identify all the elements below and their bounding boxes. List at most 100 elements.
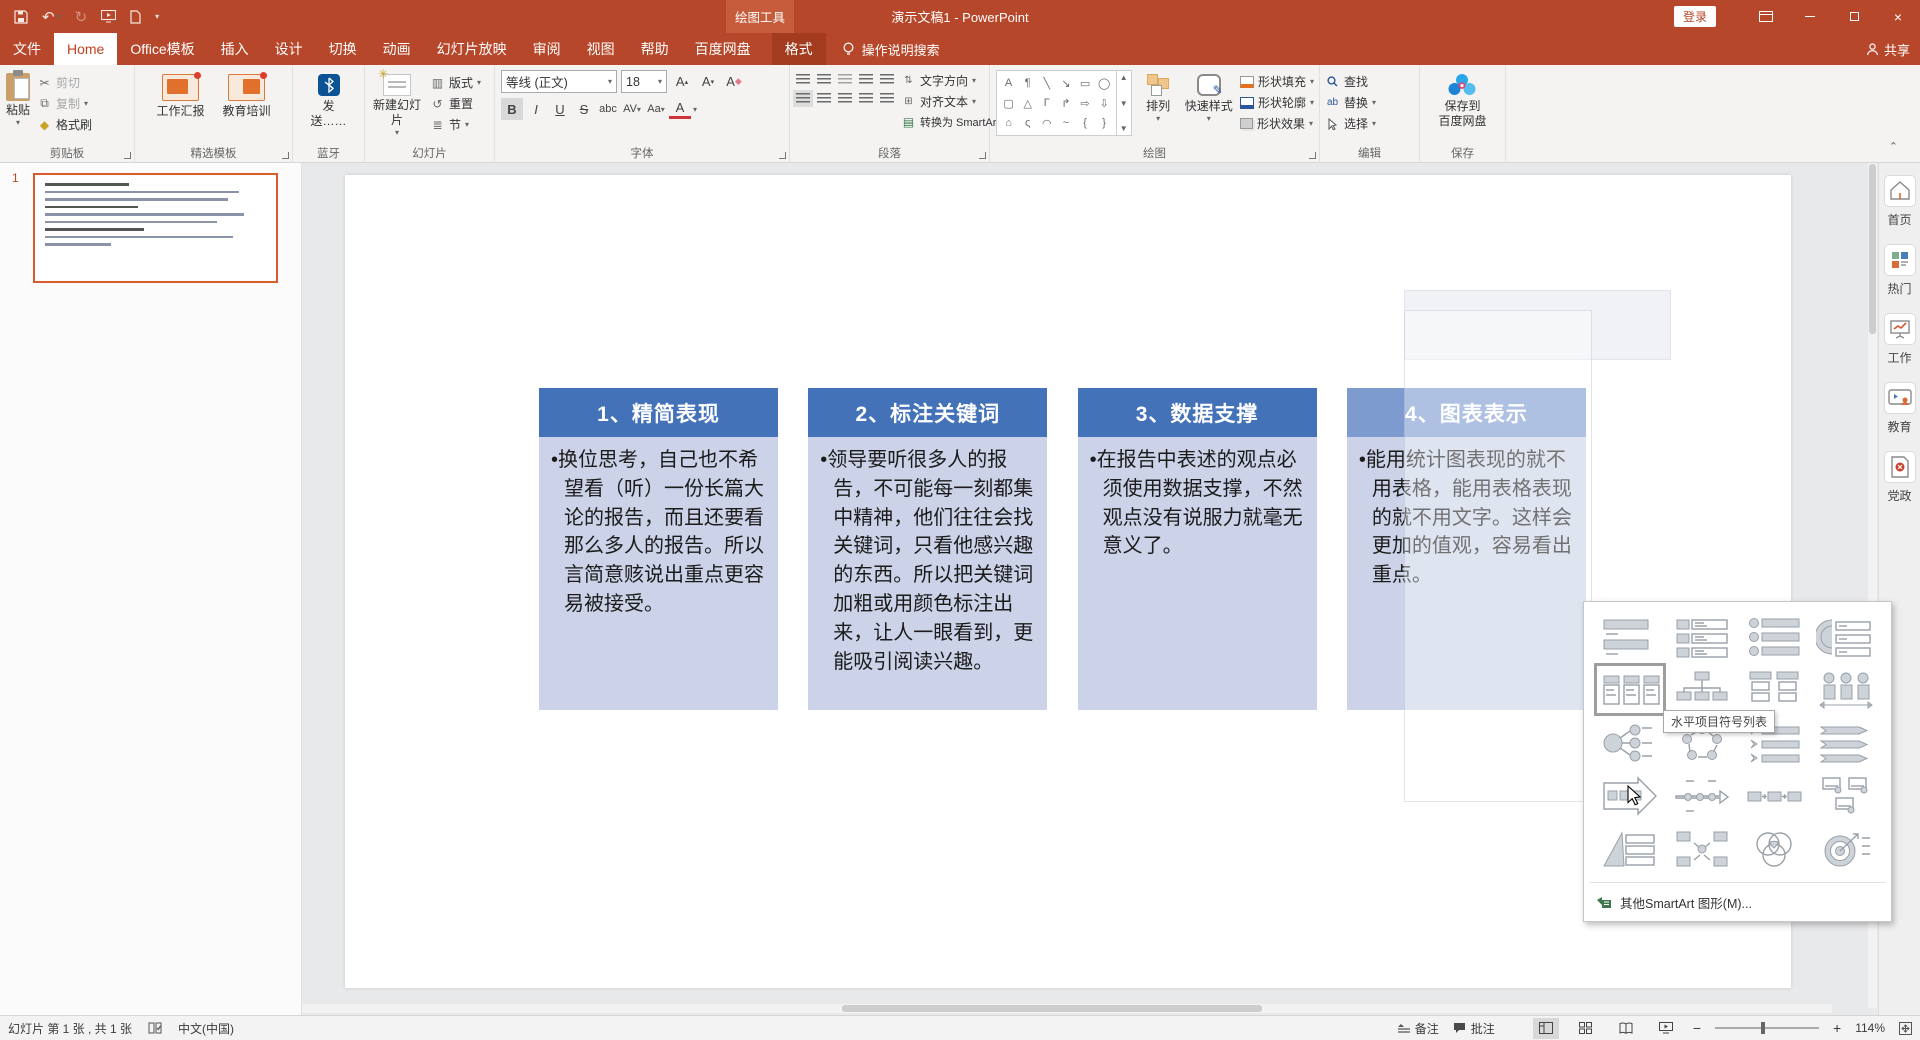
shape-glyph[interactable]: ▢: [1003, 97, 1013, 110]
shape-glyph[interactable]: ╲: [1043, 77, 1050, 90]
horizontal-scrollbar[interactable]: [302, 1004, 1832, 1013]
quick-styles-button[interactable]: 快速样式▾: [1181, 68, 1237, 126]
restore-button[interactable]: [1832, 0, 1876, 33]
slideshow-icon[interactable]: [101, 10, 117, 23]
shape-glyph[interactable]: ↱: [1061, 97, 1070, 110]
shapes-gallery-scroll[interactable]: ▲ ▼ ▼: [1115, 71, 1131, 135]
smartart-layout-bending-list[interactable]: [1810, 610, 1882, 663]
shape-glyph[interactable]: ~: [1063, 117, 1069, 129]
slide-sorter-view-button[interactable]: [1573, 1018, 1599, 1039]
sidebar-item-教育[interactable]: 教育: [1883, 382, 1916, 435]
save-icon[interactable]: [14, 9, 28, 24]
shape-glyph[interactable]: ⇩: [1100, 97, 1109, 110]
smartart-layout-basic-venn[interactable]: [1738, 822, 1810, 875]
smartart-layout-horizontal-bullet-list[interactable]: [1594, 663, 1666, 716]
smartart-layout-radial-cluster[interactable]: [1594, 716, 1666, 769]
spell-check-icon[interactable]: [148, 1021, 162, 1035]
slide-thumbnail[interactable]: [33, 173, 278, 283]
ribbon-display-options-icon[interactable]: [1744, 0, 1788, 33]
zoom-slider[interactable]: [1715, 1022, 1819, 1034]
shape-outline-button[interactable]: 形状轮廓 ▾: [1237, 92, 1317, 113]
format-painter-button[interactable]: ◆ 格式刷: [34, 114, 95, 135]
slideshow-view-button[interactable]: [1653, 1018, 1679, 1039]
tab-审阅[interactable]: 审阅: [520, 33, 574, 65]
zoom-percent[interactable]: 114%: [1855, 1021, 1885, 1035]
find-button[interactable]: 查找: [1322, 71, 1371, 92]
tab-format[interactable]: 格式: [771, 33, 826, 65]
shape-glyph[interactable]: ◯: [1098, 77, 1110, 90]
smartart-layout-vertical-bullet-list[interactable]: [1738, 610, 1810, 663]
tab-百度网盘[interactable]: 百度网盘: [682, 33, 764, 65]
shape-glyph[interactable]: ⌂: [1005, 117, 1012, 129]
smartart-layout-converging-radial[interactable]: [1666, 822, 1738, 875]
shrink-font-button[interactable]: A ▾: [697, 71, 719, 93]
slide-text-box-2[interactable]: 2、标注关键词 •领导要听很多人的报告，不可能每一刻都集中精神，他们往往会找关键词…: [808, 388, 1048, 710]
save-to-baidu-button[interactable]: 保存到 百度网盘: [1434, 68, 1490, 131]
paragraph-dialog-launcher[interactable]: [979, 152, 986, 159]
strikethrough-button[interactable]: S: [573, 98, 595, 120]
decrease-indent-icon[interactable]: [838, 74, 852, 85]
share-button[interactable]: 共享: [1866, 33, 1910, 65]
shape-glyph[interactable]: ◠: [1042, 117, 1052, 130]
collapse-ribbon-icon[interactable]: ⌃: [1889, 140, 1898, 153]
tab-home[interactable]: Home: [54, 33, 118, 65]
tab-幻灯片放映[interactable]: 幻灯片放映: [424, 33, 520, 65]
more-smartart-menu-item[interactable]: 其他SmartArt 图形(M)...: [1584, 886, 1891, 921]
italic-button[interactable]: I: [525, 98, 547, 120]
shape-effects-button[interactable]: 形状效果 ▾: [1237, 113, 1317, 134]
smartart-layout-chain-process[interactable]: [1738, 769, 1810, 822]
smartart-layout-nested-target[interactable]: [1810, 822, 1882, 875]
layout-button[interactable]: ▥ 版式 ▾: [427, 72, 484, 93]
clipboard-dialog-launcher[interactable]: [124, 152, 131, 159]
clear-formatting-button[interactable]: A ◆: [723, 71, 745, 93]
slide-canvas[interactable]: 1、精简表现 •换位思考，自己也不希望看（听）一份长篇大论的报告，而且还要看那么多…: [345, 175, 1791, 988]
sidebar-item-热门[interactable]: 热门: [1883, 244, 1916, 297]
font-family-select[interactable]: 等线 (正文) ▾: [501, 70, 617, 93]
templates-dialog-launcher[interactable]: [282, 152, 289, 159]
tab-插入[interactable]: 插入: [208, 33, 262, 65]
grow-font-button[interactable]: A ▴: [671, 71, 693, 93]
tell-me-search[interactable]: 操作说明搜索: [842, 33, 940, 65]
change-case-button[interactable]: Aa ▾: [645, 98, 667, 120]
login-button[interactable]: 登录: [1673, 6, 1716, 27]
bluetooth-send-button[interactable]: 发送……: [303, 68, 355, 131]
smartart-layout-arrow-ribbon-list[interactable]: [1810, 716, 1882, 769]
work-report-button[interactable]: 工作汇报: [152, 68, 208, 121]
zoom-out-button[interactable]: −: [1693, 1020, 1701, 1036]
section-button[interactable]: ≣ 节 ▾: [427, 114, 484, 135]
copy-button[interactable]: ⧉ 复制 ▾: [34, 93, 95, 114]
minimize-button[interactable]: [1788, 0, 1832, 33]
cut-button[interactable]: ✂ 剪切: [34, 72, 95, 93]
shape-glyph[interactable]: Γ: [1044, 97, 1050, 109]
tab-视图[interactable]: 视图: [574, 33, 628, 65]
customize-qat-icon[interactable]: ▾: [155, 12, 159, 21]
paste-button[interactable]: 粘贴 ▾: [2, 68, 34, 130]
align-center-icon[interactable]: [817, 93, 831, 104]
tab-帮助[interactable]: 帮助: [628, 33, 682, 65]
sidebar-item-党政[interactable]: 党政: [1883, 451, 1916, 504]
bullets-icon[interactable]: [796, 74, 810, 85]
smartart-layout-organization-chart[interactable]: [1666, 663, 1738, 716]
shape-glyph[interactable]: △: [1023, 97, 1031, 110]
shape-glyph[interactable]: A: [1005, 77, 1012, 89]
increase-indent-icon[interactable]: [859, 74, 873, 85]
zoom-in-button[interactable]: +: [1833, 1020, 1841, 1036]
font-dialog-launcher[interactable]: [779, 152, 786, 159]
normal-view-button[interactable]: [1532, 1017, 1559, 1039]
shape-glyph[interactable]: ↘: [1061, 77, 1070, 90]
justify-icon[interactable]: [859, 93, 873, 104]
edu-training-button[interactable]: 教育培训: [219, 68, 275, 121]
new-slide-button[interactable]: 新建幻灯片▾: [367, 67, 427, 140]
numbering-icon[interactable]: [817, 74, 831, 85]
align-right-icon[interactable]: [838, 93, 852, 104]
align-left-icon[interactable]: [793, 90, 813, 107]
bold-button[interactable]: B: [501, 98, 523, 120]
underline-button[interactable]: U: [549, 98, 571, 120]
slide-text-box-3[interactable]: 3、数据支撑 •在报告中表述的观点必须使用数据支撑，不然观点没有说服力就毫无意义了…: [1077, 388, 1317, 710]
tab-设计[interactable]: 设计: [262, 33, 316, 65]
shape-glyph[interactable]: ⇨: [1080, 97, 1089, 110]
new-doc-icon[interactable]: [130, 9, 141, 24]
shape-glyph[interactable]: ¶: [1025, 77, 1031, 89]
tab-file[interactable]: 文件: [0, 33, 54, 65]
shape-glyph[interactable]: }: [1102, 117, 1106, 129]
